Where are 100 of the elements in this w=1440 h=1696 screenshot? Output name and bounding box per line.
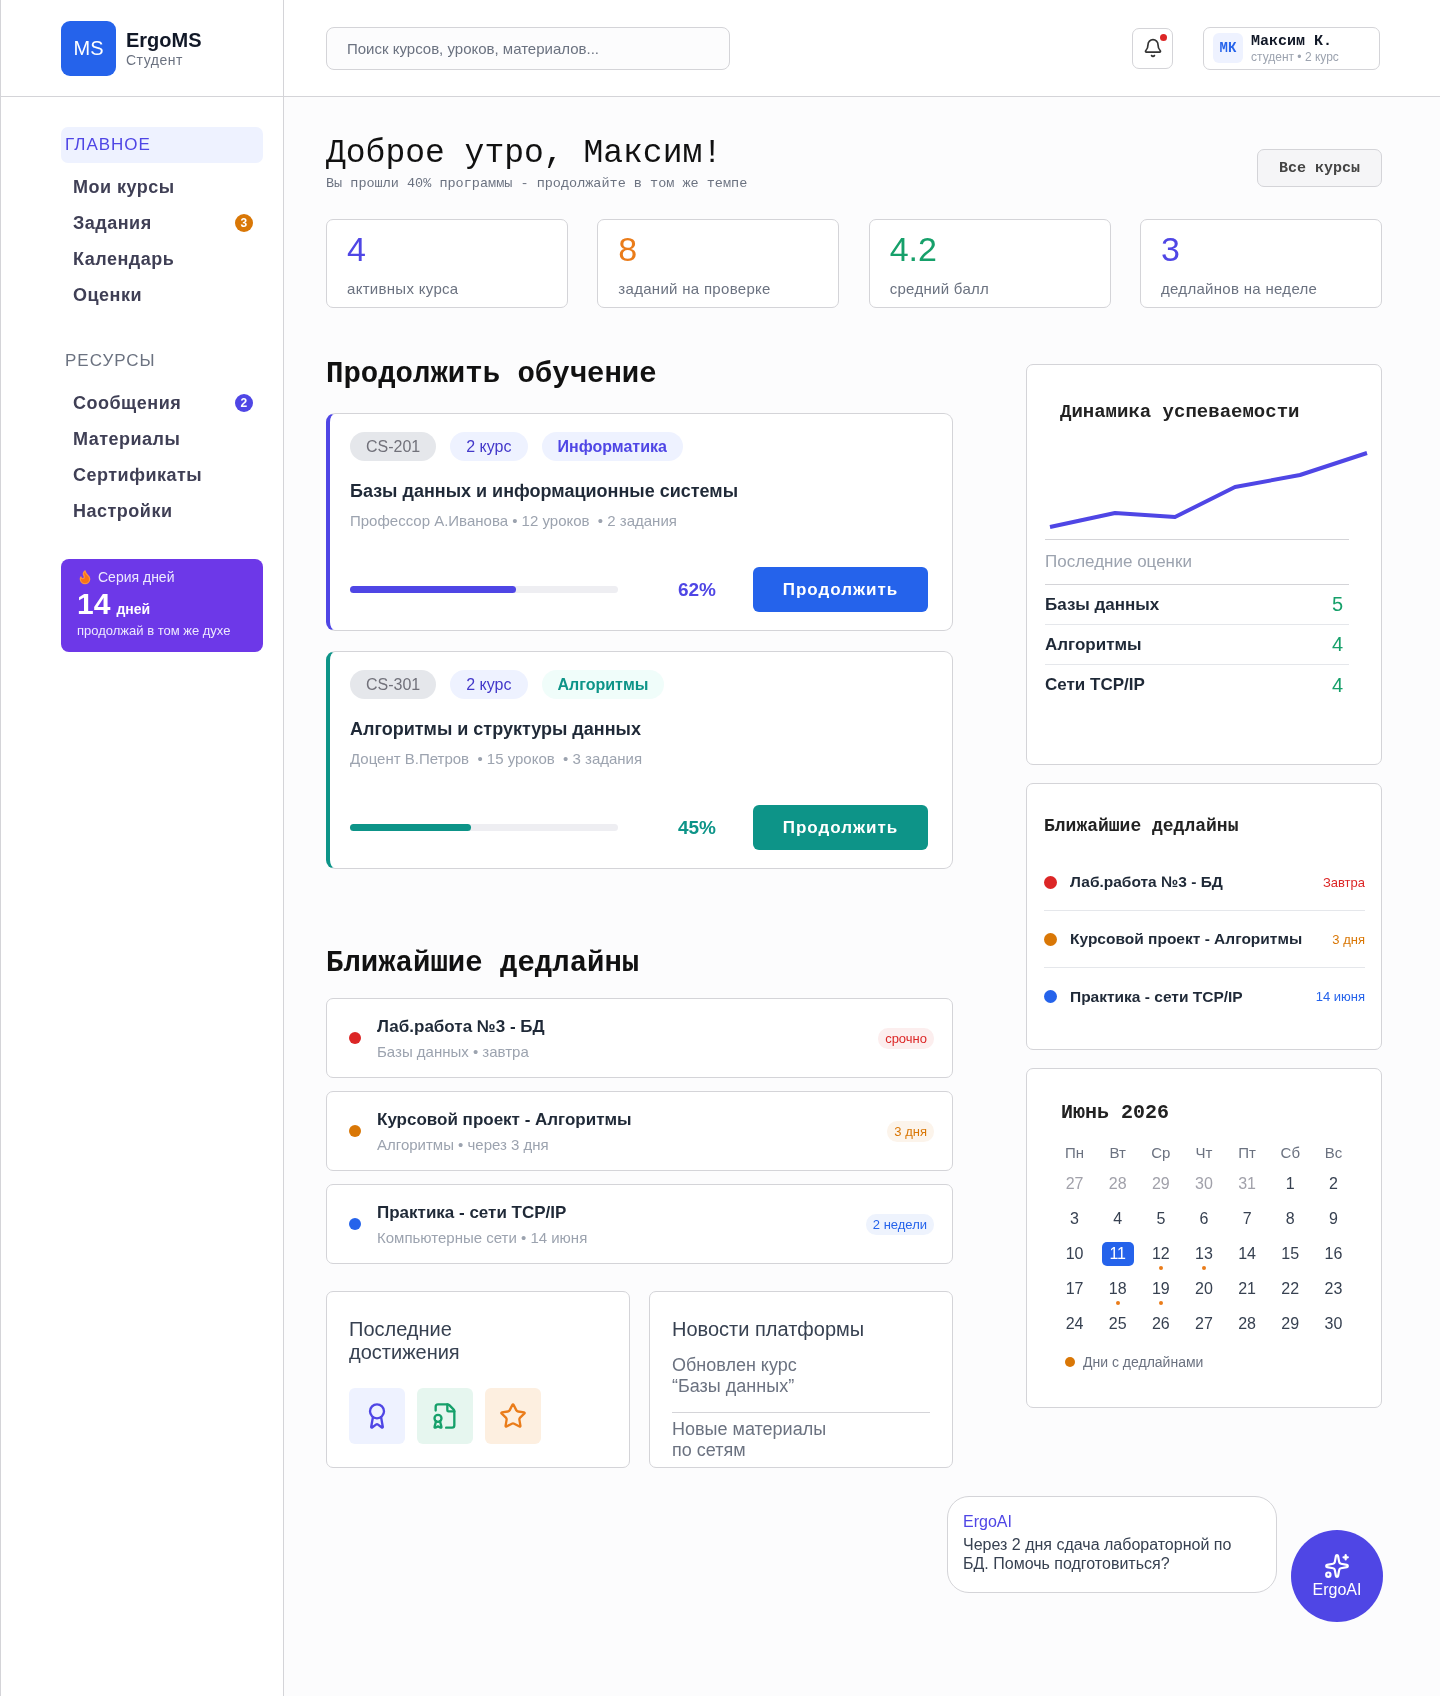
deadline-date: 14 июня (1315, 989, 1365, 1004)
search-field[interactable]: Поиск курсов, уроков, материалов... (326, 26, 730, 70)
deadline-card[interactable]: Практика - сети TCP/IP Компьютерные сети • 14 июня 2 недели (326, 1184, 953, 1264)
deadline-date: Завтра (1322, 874, 1365, 890)
sidebar-item[interactable]: Сертификаты (61, 457, 263, 493)
grade-subject: Алгоритмы (1045, 634, 1142, 655)
sidebar-item[interactable]: Сообщения 2 (61, 385, 263, 421)
deadline-title: Лаб.работа №3 - БД (1070, 873, 1224, 891)
course-title: Алгоритмы и структуры данных (350, 719, 642, 740)
calendar-day[interactable]: 25 (1101, 1312, 1134, 1336)
calendar-day[interactable]: 2 (1317, 1172, 1350, 1196)
progress-percent: 62% (676, 578, 716, 601)
stat-label: заданий на проверке (618, 280, 772, 297)
calendar-day[interactable]: 29 (1274, 1312, 1307, 1336)
count-badge: 3 (235, 214, 253, 232)
calendar-day[interactable]: 11 (1101, 1242, 1134, 1266)
calendar-day[interactable]: 15 (1274, 1242, 1307, 1266)
calendar-day[interactable]: 19 (1144, 1277, 1177, 1301)
calendar-day[interactable]: 5 (1144, 1207, 1177, 1231)
calendar-day[interactable]: 30 (1317, 1312, 1350, 1336)
user-role: Студент (126, 51, 184, 68)
grade-value: 5 (1331, 593, 1343, 616)
calendar-day[interactable]: 3 (1058, 1207, 1091, 1231)
continue-button[interactable]: Продолжить (753, 567, 928, 612)
streak-note: продолжай в том же духе (77, 623, 232, 638)
deadline-title: Практика - сети TCP/IP (1070, 987, 1244, 1006)
stat-label: средний балл (889, 280, 991, 297)
weekday-label: Вс (1323, 1144, 1344, 1161)
news-item[interactable]: Новые материалы по сетям (672, 1412, 930, 1469)
card-title: Ближайшие дедлайны (1044, 816, 1240, 836)
calendar-day[interactable]: 7 (1231, 1207, 1264, 1231)
award-icon[interactable] (349, 1388, 405, 1444)
all-courses-button[interactable]: Все курсы (1257, 149, 1382, 187)
calendar-day[interactable]: 23 (1317, 1277, 1350, 1301)
app-logo: MS (61, 20, 116, 76)
assistant-text: Через 2 дня сдача лабораторной по БД. Помочь подготовиться? (963, 1535, 1233, 1574)
sidebar-item[interactable]: Материалы (61, 421, 263, 457)
sidebar-section[interactable]: РЕСУРСЫ (61, 343, 263, 379)
deadline-title: Курсовой проект - Алгоритмы (377, 1109, 633, 1130)
weekday-label: Вт (1108, 1144, 1127, 1161)
sidebar-item[interactable]: Задания 3 (61, 205, 263, 241)
calendar-day[interactable]: 26 (1144, 1312, 1177, 1336)
calendar-day[interactable]: 6 (1188, 1207, 1220, 1231)
deadline-card[interactable]: Курсовой проект - Алгоритмы Алгоритмы • через 3 дня 3 дня (326, 1091, 953, 1171)
calendar-day[interactable]: 17 (1058, 1277, 1091, 1301)
weekday-label: Чт (1194, 1144, 1214, 1161)
calendar-day[interactable]: 1 (1274, 1172, 1307, 1196)
calendar-day[interactable]: 28 (1231, 1312, 1264, 1336)
stat-value: 4.2 (889, 230, 938, 269)
legend-dot (1065, 1357, 1075, 1367)
greeting-title: Доброе утро, Максим! (326, 135, 724, 172)
card-title: Динамика успеваемости (1059, 401, 1301, 423)
stat-label: активных курса (347, 280, 460, 297)
sidebar-item[interactable]: Календарь (61, 241, 263, 277)
card-title: Последние достижения (349, 1318, 461, 1364)
calendar-title: Июнь 2026 (1061, 1101, 1171, 1124)
calendar-day[interactable]: 21 (1231, 1277, 1264, 1301)
sparkles-icon (1324, 1553, 1350, 1579)
calendar-day[interactable]: 27 (1188, 1312, 1220, 1336)
assistant-name: ErgoAI (963, 1513, 1013, 1531)
calendar-day[interactable]: 14 (1231, 1242, 1264, 1266)
course-title: Базы данных и информационные системы (350, 481, 740, 502)
calendar-day[interactable]: 9 (1317, 1207, 1350, 1231)
sidebar-item[interactable]: Настройки (61, 493, 263, 529)
deadline-title: Курсовой проект - Алгоритмы (1070, 930, 1304, 948)
calendar-day[interactable]: 24 (1058, 1312, 1091, 1336)
section-title: Ближайшие дедлайны (326, 947, 641, 980)
stat-value: 8 (618, 230, 639, 269)
weekday-label: Ср (1150, 1144, 1172, 1161)
calendar-day[interactable]: 12 (1144, 1242, 1177, 1266)
flame-icon (77, 569, 93, 585)
course-tag: CS-301 (350, 670, 437, 699)
deadline-card[interactable]: Лаб.работа №3 - БД Базы данных • завтра срочно (326, 998, 953, 1078)
calendar-day[interactable]: 10 (1058, 1242, 1091, 1266)
stat-value: 4 (347, 230, 367, 269)
count-badge: 2 (235, 394, 253, 412)
grade-subject: Базы данных (1045, 594, 1160, 615)
news-item[interactable]: Обновлен курс “Базы данных” (672, 1349, 930, 1405)
sidebar-section[interactable]: ГЛАВНОЕ (61, 127, 263, 163)
calendar-day[interactable]: 20 (1188, 1277, 1220, 1301)
assistant-button[interactable]: ErgoAI (1291, 1530, 1383, 1622)
card-title: Новости платформы (672, 1318, 866, 1341)
sidebar-item[interactable]: Оценки (61, 277, 263, 313)
calendar-day[interactable]: 18 (1101, 1277, 1134, 1301)
weekday-label: Сб (1279, 1144, 1301, 1161)
continue-button[interactable]: Продолжить (753, 805, 928, 850)
weekday-label: Пт (1237, 1144, 1257, 1161)
calendar-day[interactable]: 4 (1101, 1207, 1134, 1231)
calendar-day[interactable]: 13 (1188, 1242, 1220, 1266)
certificate-icon[interactable] (417, 1388, 473, 1444)
calendar-day[interactable]: 22 (1274, 1277, 1307, 1301)
course-tag: Информатика (541, 432, 683, 461)
notifications-button[interactable] (1132, 27, 1173, 69)
calendar-day[interactable]: 8 (1274, 1207, 1307, 1231)
legend-label: Дни с дедлайнами (1083, 1354, 1204, 1370)
deadline-title: Лаб.работа №3 - БД (377, 1016, 546, 1037)
calendar-day[interactable]: 16 (1317, 1242, 1350, 1266)
sidebar-item[interactable]: Мои курсы (61, 169, 263, 205)
deadline-badge: 2 недели (865, 1213, 934, 1235)
course-tag: CS-201 (350, 432, 437, 461)
